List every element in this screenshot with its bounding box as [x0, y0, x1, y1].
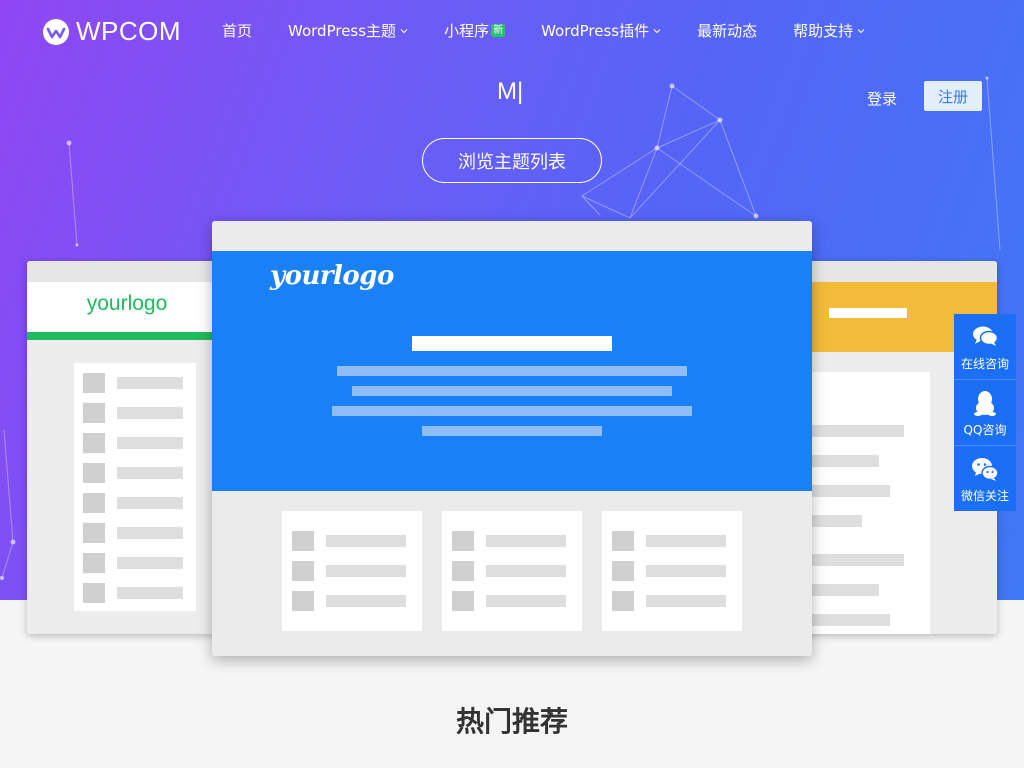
mockup-text-line	[337, 366, 687, 376]
side-item-qq[interactable]: QQ咨询	[954, 380, 1016, 446]
mockup-card	[282, 511, 422, 631]
chat-bubbles-icon	[973, 326, 999, 346]
theme-mockup-left: yourlogo	[27, 261, 227, 634]
mockup-card	[602, 511, 742, 631]
mockup-logo: yourlogo	[86, 292, 168, 315]
mockup-browser-bar	[797, 261, 997, 282]
nav-item-home[interactable]: 首页	[222, 20, 252, 41]
nav-label: 小程序	[444, 22, 490, 40]
browse-themes-button[interactable]: 浏览主题列表	[422, 138, 602, 183]
nav-item-news[interactable]: 最新动态	[697, 20, 757, 41]
nav-item-mini-program[interactable]: 小程序 新	[444, 20, 506, 41]
side-item-online-chat[interactable]: 在线咨询	[954, 314, 1016, 380]
side-item-label: 微信关注	[960, 489, 1009, 503]
nav-label: 最新动态	[697, 22, 758, 40]
wechat-icon	[972, 458, 999, 481]
theme-mockup-main: yourlogo	[212, 221, 812, 656]
mockup-list-row	[83, 523, 183, 543]
nav-item-wordpress-plugins[interactable]: WordPress插件	[541, 20, 661, 41]
mockup-list-card	[74, 363, 196, 611]
mockup-text-line	[422, 426, 602, 436]
brand-logo[interactable]: WPCOM	[42, 16, 181, 47]
qq-penguin-icon	[974, 390, 996, 416]
nav-label: 首页	[222, 22, 253, 40]
side-item-label: QQ咨询	[963, 422, 1007, 437]
chevron-down-icon	[400, 28, 408, 33]
login-link[interactable]: 登录	[867, 88, 897, 109]
main-nav: 首页 WordPress主题 小程序 新 WordPress插件 最新动态 帮助…	[222, 20, 901, 41]
mockup-list-row	[83, 583, 183, 603]
mockup-list-row	[83, 433, 183, 453]
mockup-text-line	[352, 386, 672, 396]
wpcom-logo-icon	[43, 18, 69, 45]
mockup-content-card	[797, 372, 930, 634]
register-button[interactable]: 注册	[924, 81, 982, 111]
floating-contact-panel: 在线咨询 QQ咨询 微信关注	[954, 314, 1016, 511]
brand-name: WPCOM	[76, 16, 182, 46]
chevron-down-icon	[653, 28, 661, 33]
mockup-list-row	[83, 403, 183, 423]
mockup-browser-bar	[212, 221, 812, 251]
mockup-list-row	[83, 493, 183, 513]
chevron-down-icon	[857, 28, 865, 33]
mockup-title-bar	[829, 308, 907, 318]
new-badge: 新	[491, 24, 506, 37]
side-item-wechat[interactable]: 微信关注	[954, 446, 1016, 512]
mockup-card	[442, 511, 582, 631]
side-item-label: 在线咨询	[960, 356, 1009, 371]
mockup-logo: yourlogo	[270, 261, 394, 291]
hot-recommend-title: 热门推荐	[455, 705, 568, 738]
mockup-list-row	[83, 463, 183, 483]
nav-label: 帮助支持	[793, 22, 854, 40]
mockup-browser-bar	[27, 261, 227, 282]
mockup-hero: yourlogo	[212, 251, 812, 491]
nav-label: WordPress主题	[288, 22, 397, 40]
mockup-list-row	[83, 553, 183, 573]
site-header: WPCOM 首页 WordPress主题 小程序 新 WordPress插件 最…	[0, 0, 1024, 64]
mockup-title-bar	[412, 336, 612, 351]
mockup-header: yourlogo	[27, 282, 227, 340]
nav-label: WordPress插件	[541, 22, 650, 40]
nav-item-wordpress-themes[interactable]: WordPress主题	[288, 20, 408, 41]
mockup-list-row	[83, 373, 183, 393]
nav-item-help[interactable]: 帮助支持	[793, 20, 865, 41]
mockup-text-line	[332, 406, 692, 416]
typing-headline: M|	[497, 78, 524, 105]
